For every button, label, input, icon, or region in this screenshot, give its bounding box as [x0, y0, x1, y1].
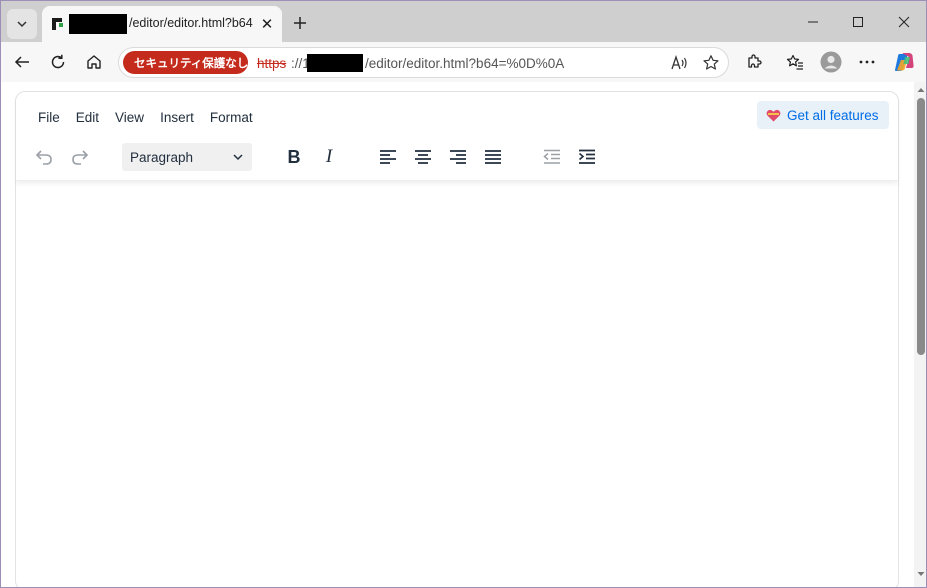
add-favorite-button[interactable]	[700, 53, 722, 73]
menu-view[interactable]: View	[107, 108, 152, 127]
align-right-icon	[450, 150, 466, 164]
security-badge-label: セキュリティ保護なし	[134, 57, 249, 70]
close-window-button[interactable]	[881, 7, 926, 37]
scroll-thumb[interactable]	[917, 98, 925, 355]
more-menu-button[interactable]	[853, 48, 881, 76]
redacted-block	[69, 14, 127, 34]
indent-button[interactable]	[571, 142, 603, 172]
browser-toolbar: セキュリティ保護なし https ://1 /editor/editor.htm…	[1, 42, 926, 82]
align-left-icon	[380, 150, 396, 164]
minimize-button[interactable]	[790, 7, 836, 37]
redacted-block	[307, 54, 363, 72]
align-left-button[interactable]	[372, 142, 404, 172]
extensions-icon	[748, 54, 762, 68]
favorites-icon	[786, 54, 803, 70]
close-icon	[898, 16, 910, 28]
read-aloud-button[interactable]	[669, 53, 691, 73]
scroll-down-arrow-icon[interactable]	[917, 570, 925, 578]
justify-icon	[485, 150, 501, 164]
editor-menubar: File Edit View Insert Format	[30, 108, 261, 127]
tab-list-button[interactable]	[7, 9, 37, 39]
block-format-value: Paragraph	[130, 149, 194, 165]
justify-button[interactable]	[477, 142, 509, 172]
block-format-select[interactable]: Paragraph	[122, 143, 252, 171]
copilot-icon	[894, 53, 914, 71]
menu-edit[interactable]: Edit	[68, 108, 107, 127]
favorite-star-icon	[703, 55, 719, 70]
get-all-features-button[interactable]: Get all features	[757, 101, 889, 129]
indent-icon	[578, 149, 595, 164]
refresh-button[interactable]	[44, 48, 72, 76]
copilot-button[interactable]	[890, 48, 918, 76]
editor-content-area[interactable]	[16, 182, 898, 587]
profile-button[interactable]	[817, 48, 845, 76]
new-tab-button[interactable]	[287, 10, 313, 36]
tab-close-button[interactable]: ✕	[257, 14, 277, 34]
menu-format[interactable]: Format	[202, 108, 261, 127]
outdent-button[interactable]	[536, 142, 568, 172]
minimize-icon	[808, 21, 818, 23]
chevron-down-icon	[233, 154, 243, 161]
vertical-scrollbar[interactable]	[914, 82, 926, 587]
url-scheme: https	[257, 56, 287, 71]
chevron-down-icon	[17, 21, 27, 28]
back-icon	[14, 56, 29, 68]
redo-icon	[72, 150, 89, 165]
active-tab[interactable]: /editor/editor.html?b64 ✕	[42, 6, 282, 42]
menu-insert[interactable]: Insert	[152, 108, 202, 127]
browser-window: /editor/editor.html?b64 ✕ セキュリティ保護なし htt…	[0, 0, 927, 588]
editor-header: File Edit View Insert Format Get all fea…	[16, 92, 898, 181]
favorites-button[interactable]	[781, 48, 809, 76]
align-center-button[interactable]	[407, 142, 439, 172]
italic-button[interactable]: I	[313, 142, 345, 172]
outdent-icon	[543, 149, 560, 164]
tab-strip: /editor/editor.html?b64 ✕	[1, 1, 926, 42]
back-button[interactable]	[8, 48, 36, 76]
page-content: File Edit View Insert Format Get all fea…	[1, 82, 926, 587]
extensions-button[interactable]	[740, 48, 768, 76]
get-all-features-label: Get all features	[787, 107, 879, 123]
heart-icon	[766, 109, 781, 121]
security-badge[interactable]: セキュリティ保護なし	[123, 51, 248, 74]
read-aloud-icon	[671, 55, 687, 70]
rich-text-editor: File Edit View Insert Format Get all fea…	[15, 91, 899, 587]
home-icon	[87, 55, 101, 69]
undo-icon	[35, 150, 52, 165]
maximize-button[interactable]	[835, 7, 881, 37]
tab-title: /editor/editor.html?b64	[129, 16, 253, 30]
profile-icon	[820, 51, 842, 73]
home-button[interactable]	[80, 48, 108, 76]
maximize-icon	[853, 17, 863, 27]
refresh-icon	[51, 54, 65, 69]
align-center-icon	[415, 150, 431, 164]
menu-file[interactable]: File	[30, 108, 68, 127]
redo-button[interactable]	[64, 142, 96, 172]
address-bar[interactable]: セキュリティ保護なし https ://1 /editor/editor.htm…	[118, 47, 729, 78]
more-icon	[859, 60, 875, 64]
scroll-up-arrow-icon[interactable]	[917, 86, 925, 94]
editor-toolbar: Paragraph B I	[16, 142, 898, 172]
plus-icon	[294, 17, 306, 29]
url-path: /editor/editor.html?b64=%0D%0A	[365, 56, 565, 71]
bold-button[interactable]: B	[278, 142, 310, 172]
align-right-button[interactable]	[442, 142, 474, 172]
undo-button[interactable]	[28, 142, 60, 172]
favicon-icon	[52, 18, 63, 30]
